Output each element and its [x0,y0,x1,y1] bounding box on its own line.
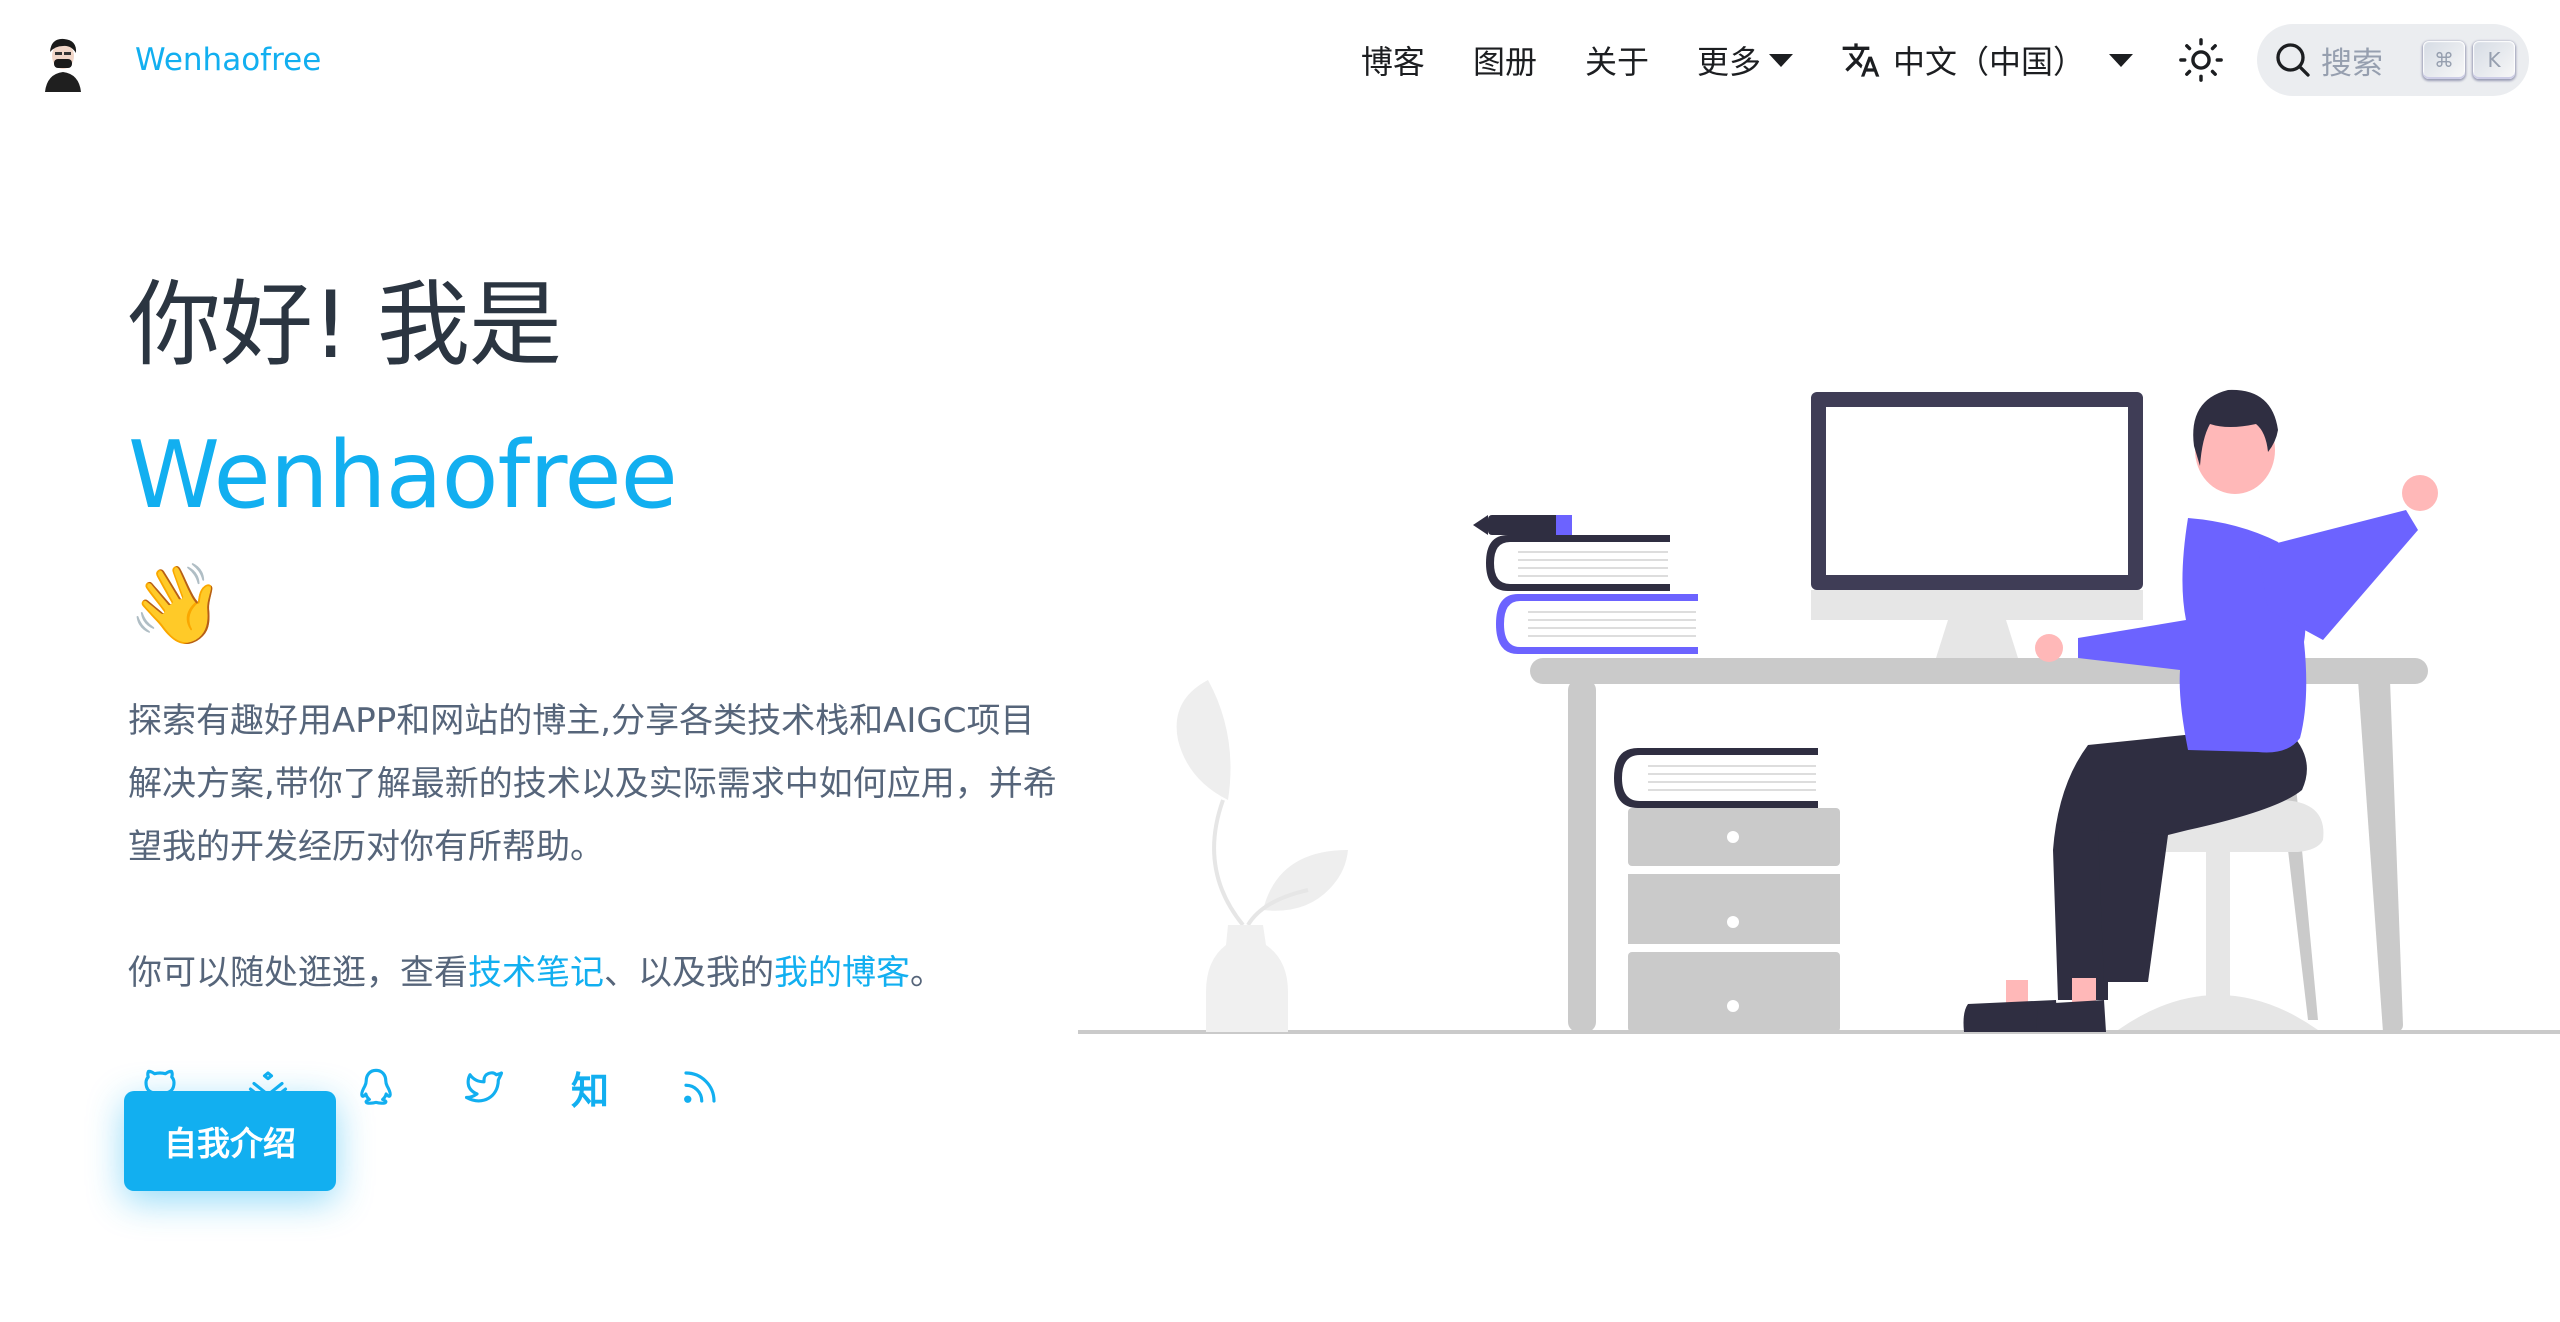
nav-link-about[interactable]: 关于 [1561,37,1673,83]
chevron-down-icon [2109,53,2133,67]
hero-subtext-middle: 、以及我的 [604,953,774,993]
twitter-link[interactable] [452,1055,560,1119]
kbd-k: K [2473,41,2515,79]
nav-dropdown-more[interactable]: 更多 [1673,37,1817,83]
tech-notes-link[interactable]: 技术笔记 [468,953,604,993]
rss-icon [684,1071,716,1103]
language-dropdown[interactable]: 中文（中国） [1817,37,2157,83]
my-blog-link[interactable]: 我的博客 [774,953,910,993]
zhihu-link[interactable]: 知 [560,1055,668,1119]
nav-menu: 博客 图册 关于 更多 中文（中国） 搜索 ⌘ K [1337,0,2529,120]
translate-icon [1842,43,1880,77]
waving-hand-icon: 👋 [128,560,226,650]
nav-dropdown-more-label: 更多 [1696,43,1761,81]
hero-title: 你好! 我是 Wenhaofree [128,250,1068,550]
zhihu-icon: 知 [571,1068,610,1113]
kbd-cmd: ⌘ [2423,41,2465,79]
drawer-illustration [1614,748,1840,1032]
theme-toggle-button[interactable] [2169,28,2233,92]
search-label: 搜索 [2321,45,2383,82]
nav-link-blog[interactable]: 博客 [1337,37,1449,83]
plant-illustration [1176,680,1348,1032]
rss-link[interactable] [668,1055,776,1119]
language-label: 中文（中国） [1892,43,2085,81]
nav-link-gallery[interactable]: 图册 [1449,37,1561,83]
hero-description: 探索有趣好用APP和网站的博主,分享各类技术栈和AIGC项目解决方案,带你了解最… [128,701,1057,867]
hero-name: Wenhaofree [128,421,678,529]
hero-subtext-suffix: 。 [910,953,944,993]
sun-icon [2179,38,2223,82]
hero-subtext: 你可以随处逛逛，查看技术笔记、以及我的我的博客。 [128,942,1068,1005]
navbar: Wenhaofree 博客 图册 关于 更多 中文（中国） 搜索 ⌘ K [0,0,2560,120]
hero-greeting: 你好! 我是 [128,271,562,379]
hero-illustration [1078,389,2560,1034]
avatar [31,28,95,92]
chevron-down-icon [1768,53,1793,67]
search-button[interactable]: 搜索 ⌘ K [2257,24,2529,96]
search-icon [2276,43,2310,77]
qq-icon [360,1068,392,1105]
monitor-illustration [1811,392,2143,658]
hero-subtext-prefix: 你可以随处逛逛，查看 [128,953,468,993]
about-me-button[interactable]: 自我介绍 [124,1091,336,1191]
qq-link[interactable] [344,1055,452,1119]
twitter-icon [464,1071,504,1103]
site-title: Wenhaofree [135,42,322,78]
brand-link[interactable]: Wenhaofree [31,28,321,92]
books-illustration [1473,515,1698,654]
hero-text: 你好! 我是 Wenhaofree 👋 探索有趣好用APP和网站的博主,分享各类技… [128,250,1068,1119]
